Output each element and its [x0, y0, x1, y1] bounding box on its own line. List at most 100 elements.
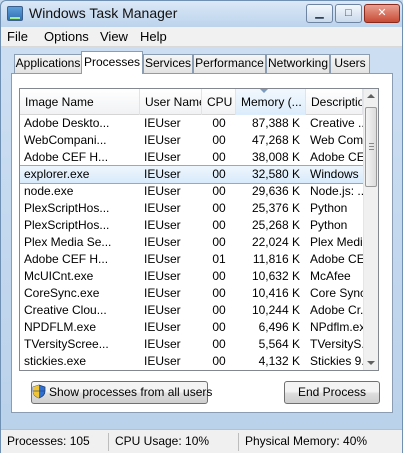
menu-options[interactable]: Options	[44, 29, 89, 44]
vertical-scrollbar[interactable]	[363, 89, 378, 370]
tab-applications[interactable]: Applications	[14, 54, 82, 73]
table-row[interactable]: PlexScriptHos... IEUser 00 25,376 K Python	[20, 200, 363, 217]
cell-user-name: IEUser	[144, 116, 181, 130]
cell-memory: 47,268 K	[251, 133, 300, 147]
column-memory[interactable]: Memory (...	[236, 89, 306, 115]
table-row[interactable]: Adobe CEF H... IEUser 00 38,008 K Adobe CE..…	[20, 149, 363, 166]
task-manager-window: Windows Task Manager ▁ □ ✕ File Options …	[0, 0, 403, 453]
table-row[interactable]: node.exe IEUser 00 29,636 K Node.js: ...	[20, 183, 363, 200]
cell-user-name: IEUser	[144, 303, 181, 317]
minimize-button[interactable]: ▁	[306, 4, 333, 23]
cell-description: TVersityS...	[310, 337, 363, 351]
maximize-button[interactable]: □	[335, 4, 362, 23]
cell-memory: 25,376 K	[251, 201, 300, 215]
cell-memory: 11,816 K	[252, 252, 300, 266]
show-all-processes-button[interactable]: Show processes from all users	[31, 381, 212, 404]
menu-help[interactable]: Help	[140, 29, 167, 44]
cell-cpu: 00	[212, 286, 226, 300]
column-user-name[interactable]: User Name	[140, 89, 202, 115]
cell-user-name: IEUser	[144, 354, 181, 368]
cell-description: Web Com...	[310, 133, 363, 147]
cell-memory: 22,024 K	[251, 235, 300, 249]
cell-cpu: 00	[212, 201, 226, 215]
cell-image-name: explorer.exe	[24, 167, 90, 181]
table-row[interactable]: Adobe CEF H... IEUser 01 11,816 K Adobe CE..…	[20, 251, 363, 268]
cell-description: Python	[310, 201, 348, 215]
cell-user-name: IEUser	[144, 252, 181, 266]
cell-memory: 32,580 K	[251, 167, 300, 181]
tab-processes[interactable]: Processes	[81, 51, 143, 74]
cell-image-name: PlexScriptHos...	[24, 201, 110, 215]
close-button[interactable]: ✕	[364, 4, 400, 23]
cell-cpu: 00	[212, 354, 226, 368]
cell-image-name: CoreSync.exe	[24, 286, 100, 300]
cell-image-name: stickies.exe	[24, 354, 87, 368]
cell-user-name: IEUser	[144, 286, 181, 300]
table-row[interactable]: TVersityScree... IEUser 00 5,564 K TVersityS…	[20, 336, 363, 353]
cell-user-name: IEUser	[144, 337, 181, 351]
cell-user-name: IEUser	[144, 184, 181, 198]
table-row[interactable]: Plex Media Se... IEUser 00 22,024 K Plex Med…	[20, 234, 363, 251]
cell-cpu: 00	[212, 150, 226, 164]
tab-services[interactable]: Services	[143, 54, 193, 73]
cell-user-name: IEUser	[144, 269, 181, 283]
scroll-up-icon[interactable]	[367, 94, 375, 98]
cell-memory: 29,636 K	[251, 184, 300, 198]
cell-description: Stickies 9.0d	[310, 354, 363, 368]
cell-user-name: IEUser	[144, 150, 181, 164]
tab-users[interactable]: Users	[330, 54, 370, 73]
column-cpu[interactable]: CPU	[202, 89, 236, 115]
cell-description: Creative ...	[310, 116, 363, 130]
cell-memory: 87,388 K	[251, 116, 300, 130]
cell-cpu: 00	[212, 218, 226, 232]
cell-image-name: Creative Clou...	[24, 303, 107, 317]
cell-memory: 10,244 K	[251, 303, 300, 317]
column-description[interactable]: Description	[306, 89, 363, 115]
table-row[interactable]: McUICnt.exe IEUser 00 10,632 K McAfee	[20, 268, 363, 285]
cell-user-name: IEUser	[144, 320, 181, 334]
cell-cpu: 00	[212, 184, 226, 198]
grip-icon	[369, 143, 374, 150]
table-row[interactable]: NPDFLM.exe IEUser 00 6,496 K NPdflm.exe	[20, 319, 363, 336]
table-row[interactable]: Creative Clou... IEUser 00 10,244 K Adobe Cr…	[20, 302, 363, 319]
table-row[interactable]: CoreSync.exe IEUser 00 10,416 K Core Sync	[20, 285, 363, 302]
cell-description: Adobe CE...	[310, 252, 363, 266]
show-all-label: Show processes from all users	[49, 385, 213, 399]
window-title: Windows Task Manager	[29, 5, 178, 21]
cell-image-name: Adobe CEF H...	[24, 150, 109, 164]
cell-image-name: TVersityScree...	[24, 337, 109, 351]
menu-file[interactable]: File	[7, 29, 28, 44]
process-rows: Adobe Deskto... IEUser 00 87,388 K Creative …	[20, 115, 364, 370]
status-physical-memory: Physical Memory: 40%	[245, 434, 368, 448]
cell-description: NPdflm.exe	[310, 320, 363, 334]
cell-memory: 10,632 K	[251, 269, 300, 283]
scroll-down-icon[interactable]	[367, 361, 375, 365]
title-bar[interactable]: Windows Task Manager ▁ □ ✕	[1, 1, 402, 27]
cell-user-name: IEUser	[144, 218, 181, 232]
status-processes: Processes: 105	[3, 433, 109, 451]
column-image-name[interactable]: Image Name	[20, 89, 140, 115]
table-row[interactable]: Adobe Deskto... IEUser 00 87,388 K Creative …	[20, 115, 363, 132]
cell-description: Core Sync	[310, 286, 363, 300]
process-list[interactable]: Image Name User Name CPU Memory (... Des…	[19, 88, 379, 371]
task-manager-icon	[7, 6, 23, 21]
table-row[interactable]: WebCompani... IEUser 00 47,268 K Web Com...	[20, 132, 363, 149]
cell-cpu: 00	[212, 235, 226, 249]
cell-image-name: McUICnt.exe	[24, 269, 94, 283]
end-process-button[interactable]: End Process	[284, 381, 380, 404]
cell-image-name: Adobe CEF H...	[24, 252, 109, 266]
cell-image-name: node.exe	[24, 184, 74, 198]
table-row[interactable]: PlexScriptHos... IEUser 00 25,268 K Python	[20, 217, 363, 234]
cell-image-name: WebCompani...	[24, 133, 107, 147]
tab-networking[interactable]: Networking	[266, 54, 330, 73]
table-row[interactable]: explorer.exe IEUser 00 32,580 K Windows ...	[20, 165, 364, 184]
cell-image-name: PlexScriptHos...	[24, 218, 110, 232]
cell-user-name: IEUser	[144, 235, 181, 249]
tab-performance[interactable]: Performance	[193, 54, 266, 73]
scroll-thumb[interactable]	[365, 107, 377, 187]
cell-cpu: 00	[212, 269, 226, 283]
tab-strip: Applications Processes Services Performa…	[11, 51, 391, 74]
menu-view[interactable]: View	[100, 29, 128, 44]
cell-cpu: 00	[212, 167, 226, 181]
table-row[interactable]: stickies.exe IEUser 00 4,132 K Stickies 9.0d	[20, 353, 363, 370]
